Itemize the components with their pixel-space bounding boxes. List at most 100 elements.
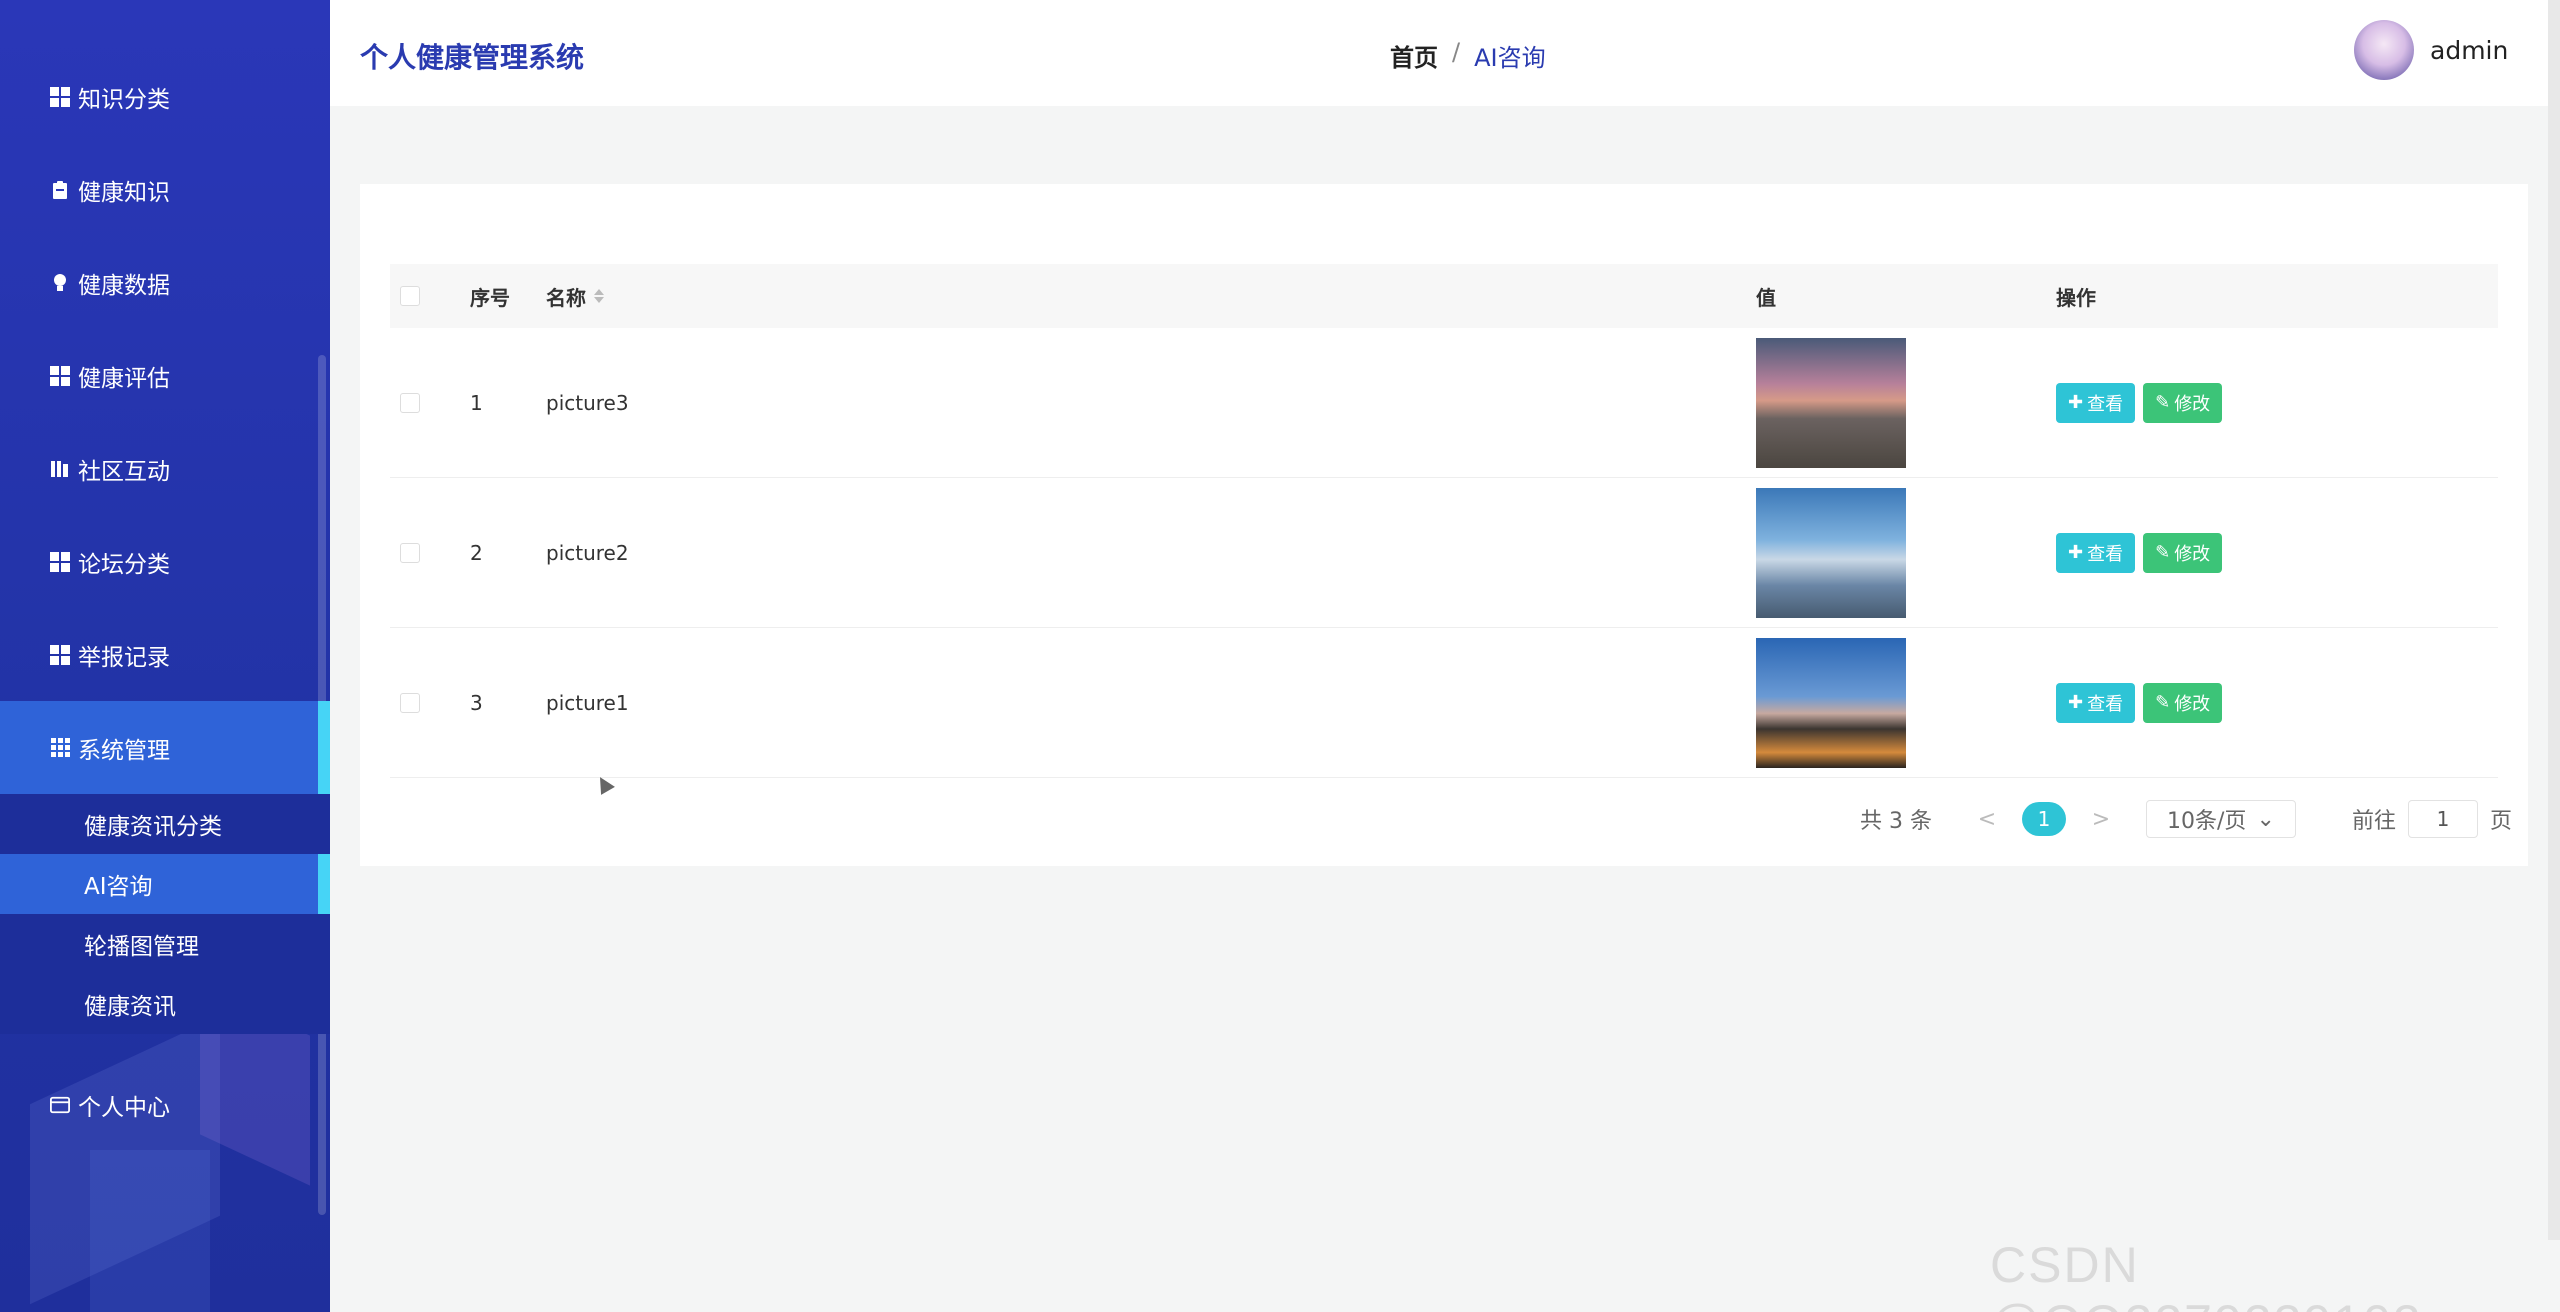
sidebar-item-forum-category[interactable]: 论坛分类 [0,515,330,608]
content-card: 序号 名称 值 操作 1 picture3 ✚ 查看 ✎ 修改 2 picture2 [360,184,2528,866]
row-image[interactable] [1756,637,1906,768]
row-name: picture3 [546,390,629,415]
grid-icon [50,551,70,572]
sidebar-item-health-assessment[interactable]: 健康评估 [0,329,330,422]
system-title: 个人健康管理系统 [360,41,585,74]
table-row: 3 picture1 ✚ 查看 ✎ 修改 [390,628,2498,778]
row-checkbox[interactable] [400,692,420,713]
column-header-value: 值 [1756,285,1776,310]
plus-icon: ✚ [2068,542,2084,563]
clipboard-icon [50,180,70,200]
sidebar: 知识分类 健康知识 健康数据 健康评估 社区互动 论坛分类 举报记录 系统管理 [0,0,330,1312]
view-button[interactable]: ✚ 查看 [2056,682,2136,723]
sidebar-item-health-knowledge[interactable]: 健康知识 [0,143,330,236]
sort-icon[interactable] [594,289,604,303]
user-menu[interactable]: admin [2354,20,2508,80]
row-image[interactable] [1756,487,1906,618]
table-row: 1 picture3 ✚ 查看 ✎ 修改 [390,328,2498,478]
top-header: 个人健康管理系统 首页 / AI咨询 admin [330,0,2560,106]
edit-icon: ✎ [2155,392,2171,413]
goto-page: 前往 页 [2352,800,2512,838]
edit-button[interactable]: ✎ 修改 [2143,382,2223,423]
card-icon [50,1095,70,1115]
table-row: 2 picture2 ✚ 查看 ✎ 修改 [390,478,2498,628]
row-checkbox[interactable] [400,392,420,413]
username[interactable]: admin [2430,36,2508,65]
data-table: 序号 名称 值 操作 1 picture3 ✚ 查看 ✎ 修改 2 picture2 [390,264,2498,778]
chevron-down-icon: ⌄ [2256,806,2275,832]
sidebar-item-label: 健康评估 [78,365,170,392]
sidebar-subitem-carousel[interactable]: 轮播图管理 [0,914,330,974]
page-number-current[interactable]: 1 [2021,802,2066,836]
sidebar-item-label: 举报记录 [78,644,170,671]
row-index: 2 [470,540,483,565]
sidebar-decoration [90,1150,210,1312]
sidebar-submenu: 健康资讯分类 AI咨询 轮播图管理 健康资讯 [0,794,330,1034]
plus-icon: ✚ [2068,392,2084,413]
column-header-name-label: 名称 [546,285,586,310]
sidebar-subitem-health-news[interactable]: 健康资讯 [0,974,330,1034]
page-size-select[interactable]: 10条/页 ⌄ [2145,800,2296,838]
watermark: CSDN @QQ2279239102 [1990,1237,2421,1312]
edit-button[interactable]: ✎ 修改 [2143,682,2223,723]
goto-prefix: 前往 [2351,809,2396,834]
grid-icon [50,365,70,386]
view-button-label: 查看 [2087,693,2124,715]
avatar[interactable] [2354,20,2414,80]
breadcrumb-current: AI咨询 [1474,44,1546,72]
sidebar-item-community[interactable]: 社区互动 [0,422,330,515]
row-name: picture2 [546,540,629,565]
grid-icon [50,644,70,665]
sidebar-item-label: 知识分类 [78,86,170,113]
edit-button[interactable]: ✎ 修改 [2143,532,2223,573]
sidebar-item-label: 社区互动 [78,458,170,485]
select-all-checkbox[interactable] [400,286,420,306]
table-header: 序号 名称 值 操作 [390,264,2498,328]
column-header-action: 操作 [2056,285,2096,310]
row-image[interactable] [1756,337,1906,468]
edit-button-label: 修改 [2174,693,2211,715]
row-name: picture1 [546,690,629,715]
page-scrollbar[interactable] [2548,0,2560,1240]
bulb-icon [50,273,70,293]
sidebar-subitem-ai-consult[interactable]: AI咨询 [0,854,330,914]
row-index: 3 [470,690,483,715]
breadcrumb-home[interactable]: 首页 [1390,38,1438,73]
sidebar-item-knowledge-category[interactable]: 知识分类 [0,50,330,143]
sidebar-item-report-records[interactable]: 举报记录 [0,608,330,701]
column-header-name[interactable]: 名称 [546,282,1756,311]
sidebar-item-system-management[interactable]: 系统管理 [0,701,330,794]
pagination: 共 3 条 < 1 > 10条/页 ⌄ 前往 页 [1860,800,2512,838]
page-size-value: 10条/页 [2166,809,2247,834]
pagination-total: 共 3 条 [1860,809,1932,834]
sidebar-item-label: 系统管理 [78,737,170,764]
sidebar-item-personal-center[interactable]: 个人中心 [0,1058,330,1151]
prev-page-button[interactable]: < [1972,807,2002,832]
sidebar-item-health-data[interactable]: 健康数据 [0,236,330,329]
apps-icon [50,738,70,758]
view-button[interactable]: ✚ 查看 [2056,532,2136,573]
goto-suffix: 页 [2490,809,2513,834]
plus-icon: ✚ [2068,692,2084,713]
sidebar-item-label: 健康数据 [78,272,170,299]
sidebar-menu: 知识分类 健康知识 健康数据 健康评估 社区互动 论坛分类 举报记录 系统管理 [0,50,330,1151]
sidebar-item-label: 健康知识 [78,179,170,206]
edit-icon: ✎ [2155,692,2171,713]
grid-icon [50,86,70,107]
row-index: 1 [470,390,483,415]
edit-button-label: 修改 [2174,543,2211,565]
chart-icon [50,459,70,479]
row-checkbox[interactable] [400,542,420,563]
next-page-button[interactable]: > [2086,807,2116,832]
view-button[interactable]: ✚ 查看 [2056,382,2136,423]
view-button-label: 查看 [2087,393,2124,415]
edit-icon: ✎ [2155,542,2171,563]
sidebar-item-label: 论坛分类 [78,551,170,578]
view-button-label: 查看 [2087,543,2124,565]
sidebar-item-label: 个人中心 [78,1094,170,1121]
sidebar-subitem-news-category[interactable]: 健康资讯分类 [0,794,330,854]
column-header-index: 序号 [470,285,510,310]
goto-page-input[interactable] [2408,800,2478,838]
edit-button-label: 修改 [2174,393,2211,415]
breadcrumb-separator: / [1452,38,1461,66]
